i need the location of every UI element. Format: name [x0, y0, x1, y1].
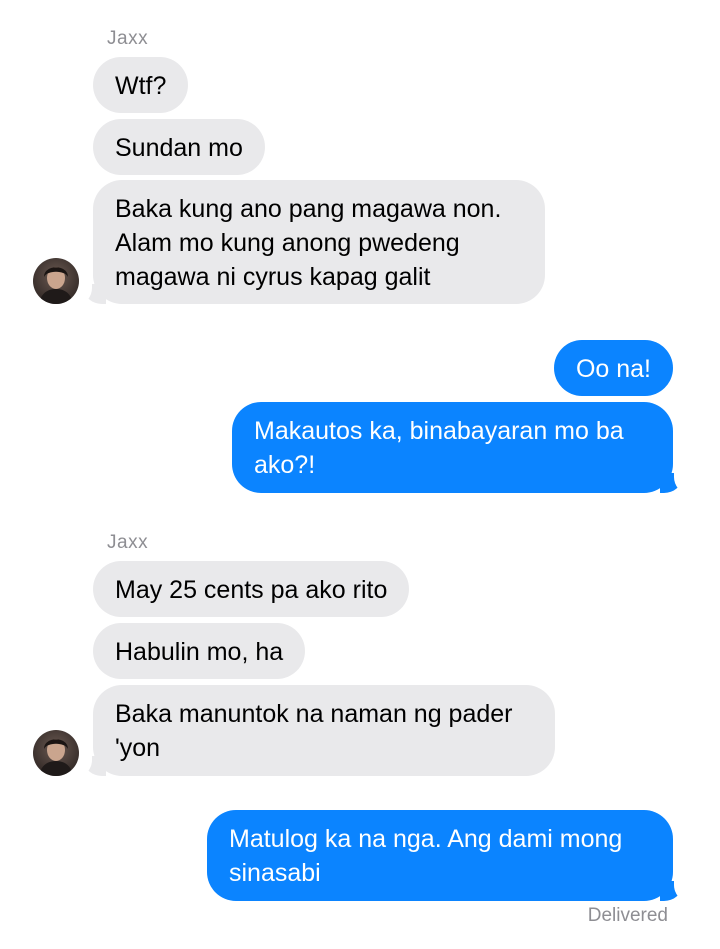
avatar[interactable] [33, 258, 79, 304]
incoming-message[interactable]: Baka manuntok na naman ng pader 'yon [93, 685, 555, 776]
incoming-message[interactable]: Sundan mo [93, 119, 265, 175]
incoming-bubble-tail [70, 276, 106, 304]
sender-name: Jaxx [107, 28, 149, 49]
delivery-status: Delivered [587, 905, 668, 926]
incoming-message[interactable]: Wtf? [93, 57, 189, 113]
incoming-message[interactable]: May 25 cents pa ako rito [93, 561, 410, 617]
incoming-bubble-tail [70, 748, 106, 776]
contact-photo-avatar-icon [33, 730, 79, 776]
outgoing-message[interactable]: Oo na! [553, 340, 673, 396]
incoming-message[interactable]: Habulin mo, ha [93, 623, 306, 679]
outgoing-bubble-tail [660, 873, 696, 901]
incoming-message[interactable]: Baka kung ano pang magawa non. Alam mo k… [93, 180, 545, 304]
avatar[interactable] [33, 730, 79, 776]
contact-photo-avatar-icon [33, 258, 79, 304]
outgoing-message[interactable]: Makautos ka, binabayaran mo ba ako?! [232, 402, 673, 493]
outgoing-message[interactable]: Matulog ka na nga. Ang dami mong sinasab… [207, 810, 673, 901]
sender-name: Jaxx [107, 532, 149, 553]
outgoing-bubble-tail [660, 465, 696, 493]
